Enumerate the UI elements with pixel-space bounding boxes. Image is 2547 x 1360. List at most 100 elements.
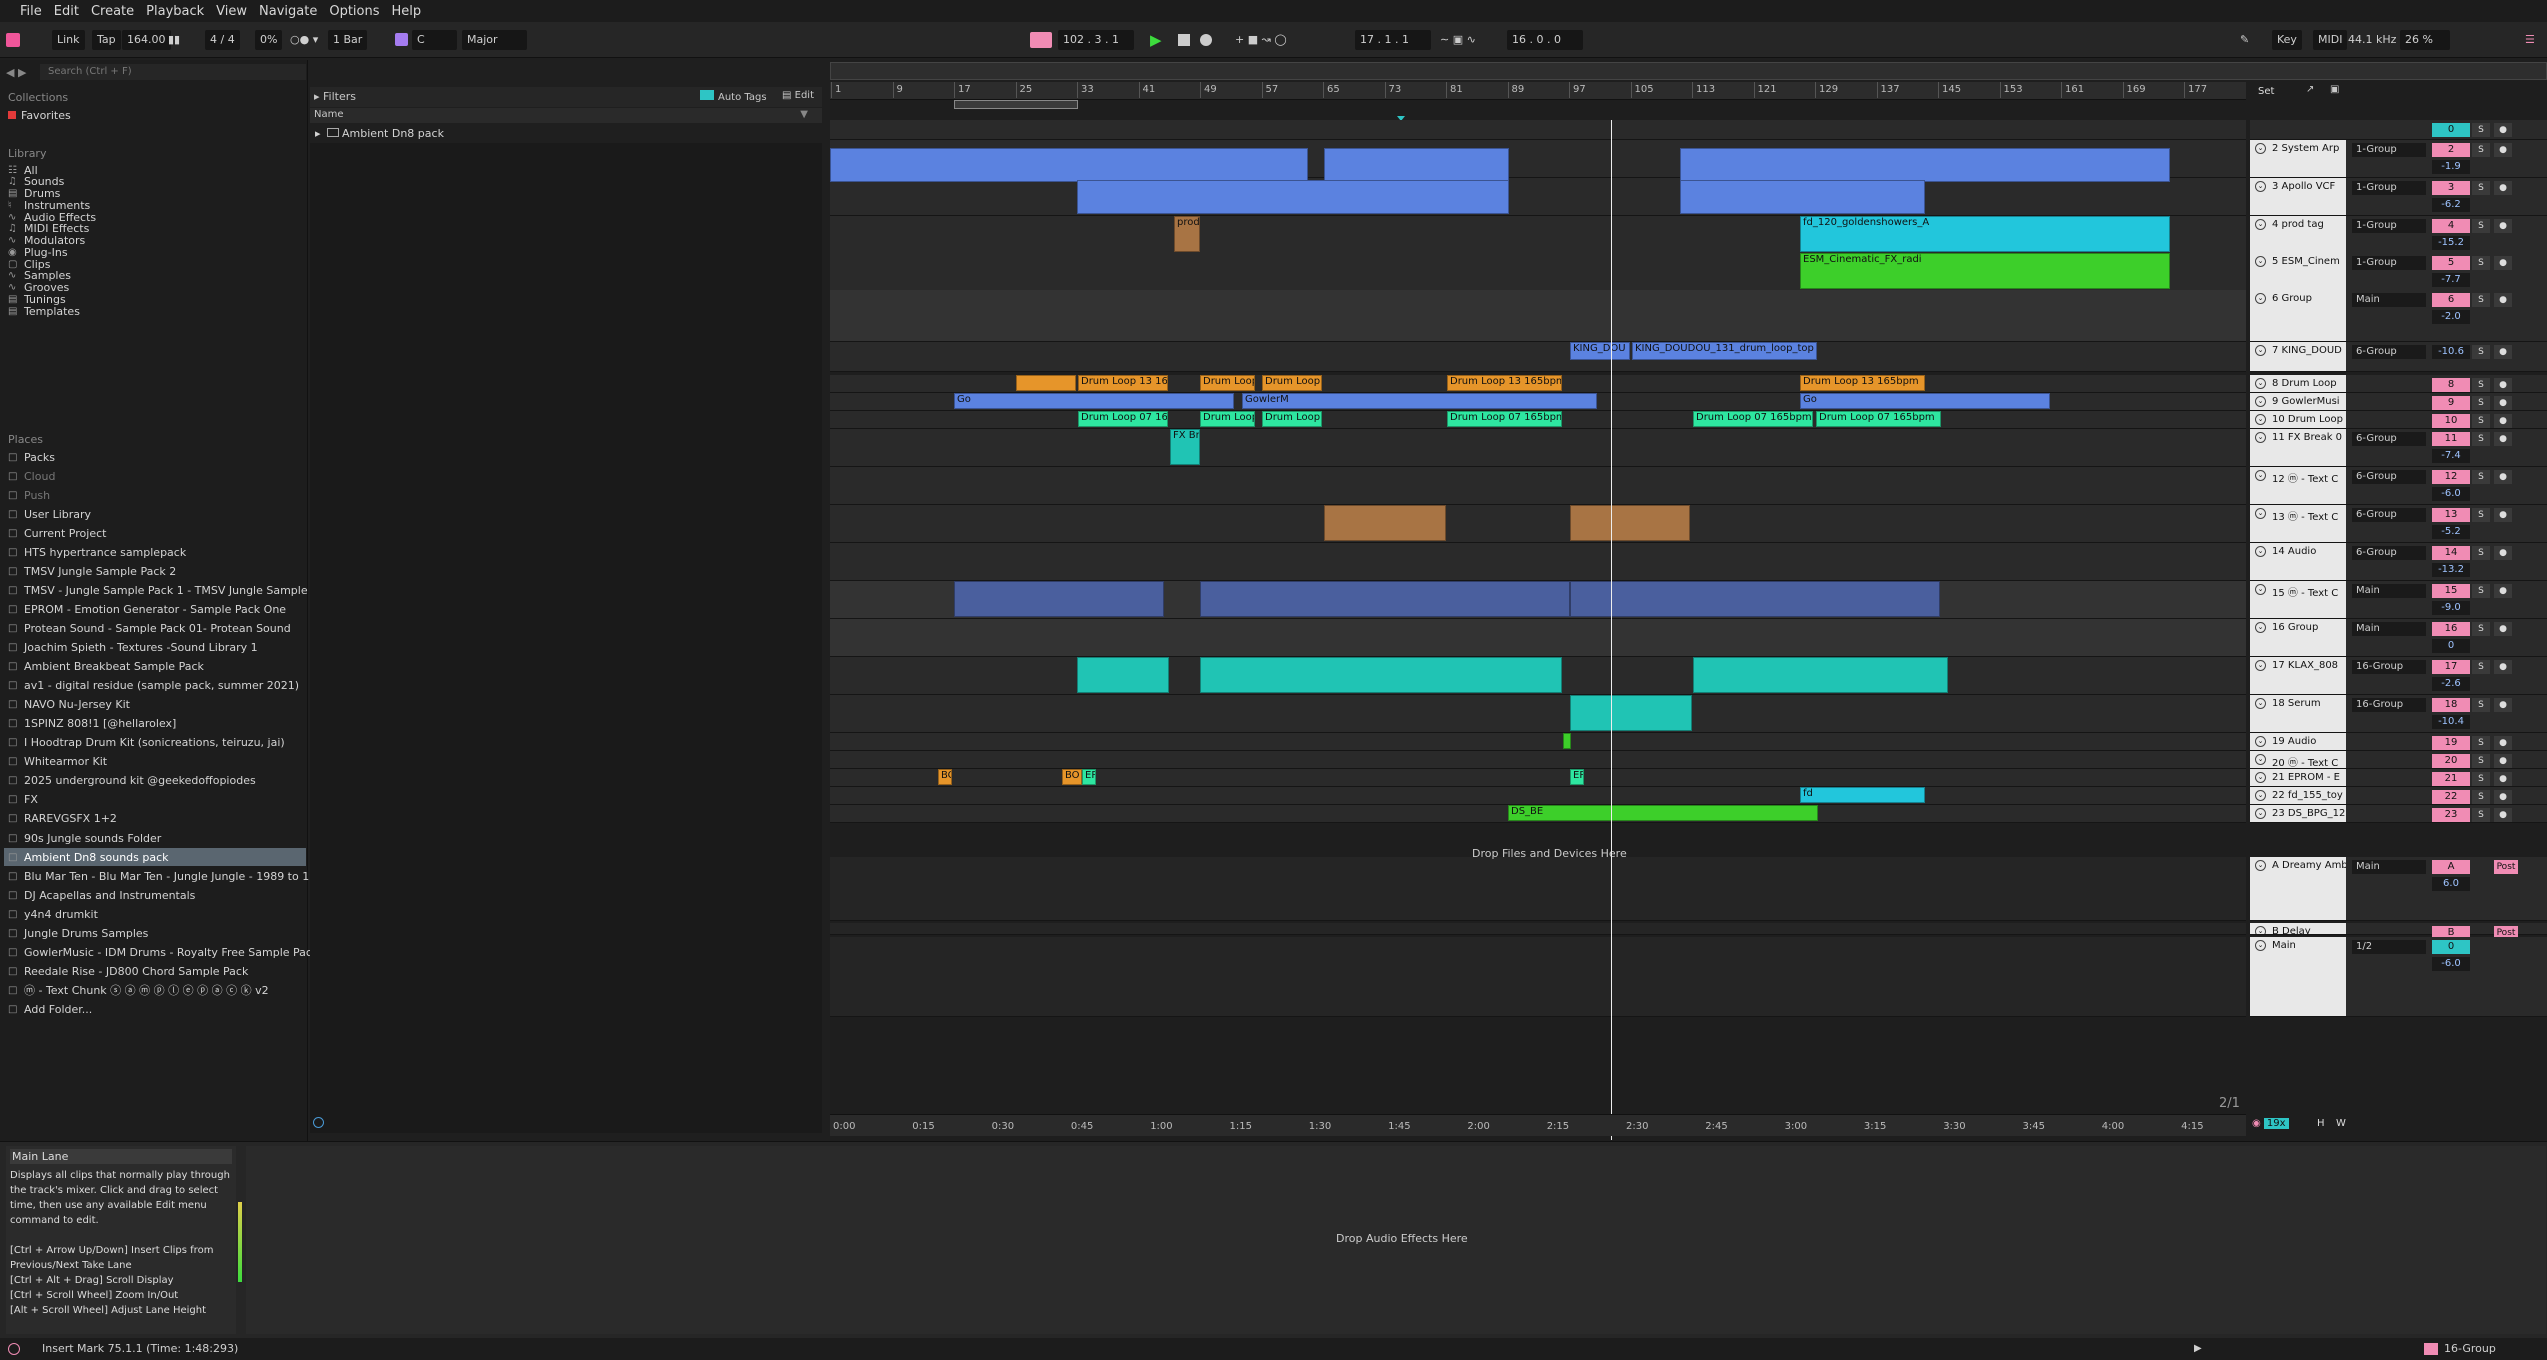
favorites-item[interactable]: Favorites xyxy=(8,106,71,124)
solo-button[interactable]: S xyxy=(2472,754,2490,768)
track-lane[interactable] xyxy=(830,178,2246,216)
audio-clip[interactable] xyxy=(1077,657,1169,693)
track-lane[interactable] xyxy=(830,120,2246,140)
audio-clip[interactable]: Drum Loop 13 165 xyxy=(1078,375,1168,391)
volume-field[interactable]: -10.4 xyxy=(2432,715,2470,729)
output-routing[interactable]: 6-Group xyxy=(2352,508,2426,522)
arrangement-record-icon[interactable] xyxy=(1030,32,1052,48)
places-item-25[interactable]: □ Jungle Drums Samples xyxy=(8,924,148,942)
set-button[interactable]: Set xyxy=(2258,86,2274,97)
link-button[interactable]: Link xyxy=(52,30,85,50)
track-name[interactable]: ⌄ 6 Group xyxy=(2250,290,2346,341)
track-header[interactable]: ⌄ 23 DS_BPG_12 23 S ● xyxy=(2250,805,2547,823)
track-header[interactable]: ⌄ 2 System Arp 1-Group 2 -1.9 S ● xyxy=(2250,140,2547,178)
track-name[interactable]: ⌄ 21 EPROM - E xyxy=(2250,769,2346,786)
places-item-29[interactable]: □ Add Folder... xyxy=(8,1000,92,1018)
nav-arrows[interactable]: ◀ ▶ xyxy=(6,66,26,79)
track-lane[interactable] xyxy=(830,751,2246,769)
arm-button[interactable]: ● xyxy=(2494,508,2512,522)
filters-button[interactable]: ▸ Filters xyxy=(314,90,356,103)
places-item-19[interactable]: □ RAREVGSFX 1+2 xyxy=(8,810,117,828)
solo-button[interactable]: S xyxy=(2472,396,2490,410)
return-name[interactable]: ⌄ B Delay xyxy=(2250,923,2346,934)
return-name[interactable]: ⌄ Main xyxy=(2250,937,2346,1016)
output-routing[interactable]: 6-Group xyxy=(2352,470,2426,484)
fold-icon[interactable]: ⌄ xyxy=(2255,508,2266,519)
track-lane[interactable] xyxy=(830,290,2246,342)
menu-navigate[interactable]: Navigate xyxy=(253,4,323,19)
auto-tags-button[interactable]: Auto Tags xyxy=(700,90,767,103)
audio-clip[interactable]: KING_DOUDOU_131_drum_loop_top xyxy=(1632,342,1817,360)
return-activator[interactable]: A xyxy=(2432,860,2470,874)
track-activator[interactable]: 18 xyxy=(2432,698,2470,712)
audio-clip[interactable] xyxy=(1680,148,2170,182)
track-name[interactable]: ⌄ 9 GowlerMusi xyxy=(2250,393,2346,410)
audio-clip[interactable]: FX Br xyxy=(1170,429,1200,465)
arm-button[interactable]: ● xyxy=(2494,622,2512,636)
scale-select[interactable]: Major xyxy=(462,30,527,50)
arm-button[interactable]: ● xyxy=(2494,736,2512,750)
audio-clip[interactable] xyxy=(1200,657,1562,693)
track-activator[interactable]: 22 xyxy=(2432,790,2470,804)
track-name[interactable]: ⌄ 14 Audio xyxy=(2250,543,2346,580)
track-header[interactable]: ⌄ 21 EPROM - E 21 S ● xyxy=(2250,769,2547,787)
places-item-23[interactable]: □ DJ Acapellas and Instrumentals xyxy=(8,886,195,904)
fold-icon[interactable]: ⌄ xyxy=(2255,396,2266,407)
places-item-12[interactable]: □ av1 - digital residue (sample pack, sum… xyxy=(8,677,299,695)
stop-icon[interactable] xyxy=(1178,34,1190,46)
output-routing[interactable]: 1-Group xyxy=(2352,256,2426,270)
audio-clip[interactable] xyxy=(1680,180,1925,214)
places-item-14[interactable]: □ 1SPINZ 808!1 [@hellarolex] xyxy=(8,715,176,733)
track-name[interactable]: ⌄ 17 KLAX_808 xyxy=(2250,657,2346,694)
track-header[interactable]: ⌄ 16 Group Main 16 0 S ● xyxy=(2250,619,2547,657)
key-select[interactable]: C xyxy=(412,30,457,50)
solo-button[interactable]: S xyxy=(2472,546,2490,560)
audio-clip[interactable] xyxy=(1570,695,1692,731)
track-activator[interactable]: 15 xyxy=(2432,584,2470,598)
track-header[interactable]: ⌄ 17 KLAX_808 16-Group 17 -2.6 S ● xyxy=(2250,657,2547,695)
track-name[interactable]: ⌄ 16 Group xyxy=(2250,619,2346,656)
places-item-13[interactable]: □ NAVO Nu-Jersey Kit xyxy=(8,696,130,714)
track-header[interactable]: ⌄ 13 ⓜ - Text C 6-Group 13 -5.2 S ● xyxy=(2250,505,2547,543)
output-routing[interactable]: 6-Group xyxy=(2352,345,2426,359)
arm-button[interactable]: ● xyxy=(2494,698,2512,712)
places-item-21[interactable]: □ Ambient Dn8 sounds pack xyxy=(4,848,306,867)
audio-clip[interactable]: fd xyxy=(1800,787,1925,803)
solo-button[interactable]: S xyxy=(2472,698,2490,712)
position-field[interactable]: 102 . 3 . 1 xyxy=(1058,30,1134,50)
fold-icon[interactable]: ⌄ xyxy=(2255,790,2266,801)
menu-create[interactable]: Create xyxy=(85,4,140,19)
arm-button[interactable]: ● xyxy=(2494,754,2512,768)
loop-brace[interactable] xyxy=(954,100,1078,109)
arm-button[interactable]: ● xyxy=(2494,584,2512,598)
track-name[interactable]: ⌄ 13 ⓜ - Text C xyxy=(2250,505,2346,542)
play-small-icon[interactable]: ▶ xyxy=(2194,1338,2202,1360)
audio-clip[interactable]: ESM_Cinematic_FX_radi xyxy=(1800,253,2170,289)
track-activator[interactable]: 10 xyxy=(2432,414,2470,428)
track-activator[interactable]: 0 xyxy=(2432,123,2470,137)
arm-button[interactable]: ● xyxy=(2494,256,2512,270)
track-activator[interactable]: 8 xyxy=(2432,378,2470,392)
volume-field[interactable]: -9.0 xyxy=(2432,601,2470,615)
preview-icon[interactable] xyxy=(313,1117,324,1128)
track-activator[interactable]: 9 xyxy=(2432,396,2470,410)
audio-clip[interactable] xyxy=(1200,581,1570,617)
volume-field[interactable]: -15.2 xyxy=(2432,236,2470,250)
solo-button[interactable]: S xyxy=(2472,660,2490,674)
track-header[interactable]: ⌄ 12 ⓜ - Text C 6-Group 12 -6.0 S ● xyxy=(2250,467,2547,505)
fold-icon[interactable]: ⌄ xyxy=(2255,808,2266,819)
track-lane[interactable] xyxy=(830,787,2246,805)
audio-clip[interactable]: Go xyxy=(1800,393,2050,409)
track-header[interactable]: ⌄ 4 prod tag 1-Group 4 -15.2 S ● xyxy=(2250,216,2547,254)
track-activator[interactable]: 21 xyxy=(2432,772,2470,786)
fold-icon[interactable]: ⌄ xyxy=(2255,860,2266,871)
audio-clip[interactable] xyxy=(1570,505,1690,541)
output-routing[interactable]: Main xyxy=(2352,622,2426,636)
arm-button[interactable]: ● xyxy=(2494,660,2512,674)
solo-button[interactable]: S xyxy=(2472,414,2490,428)
bar-ruler[interactable]: 1 9 17 25 33 41 49 57 65 73 81 89 97 105 113 121 129 137 1… xyxy=(830,82,2246,100)
folder-row[interactable]: ▸ Ambient Dn8 pack xyxy=(315,127,444,140)
audio-clip[interactable] xyxy=(830,148,1308,182)
track-name[interactable]: ⌄ 10 Drum Loop xyxy=(2250,411,2346,428)
audio-clip[interactable]: fd_120_goldenshowers_A xyxy=(1800,216,2170,252)
